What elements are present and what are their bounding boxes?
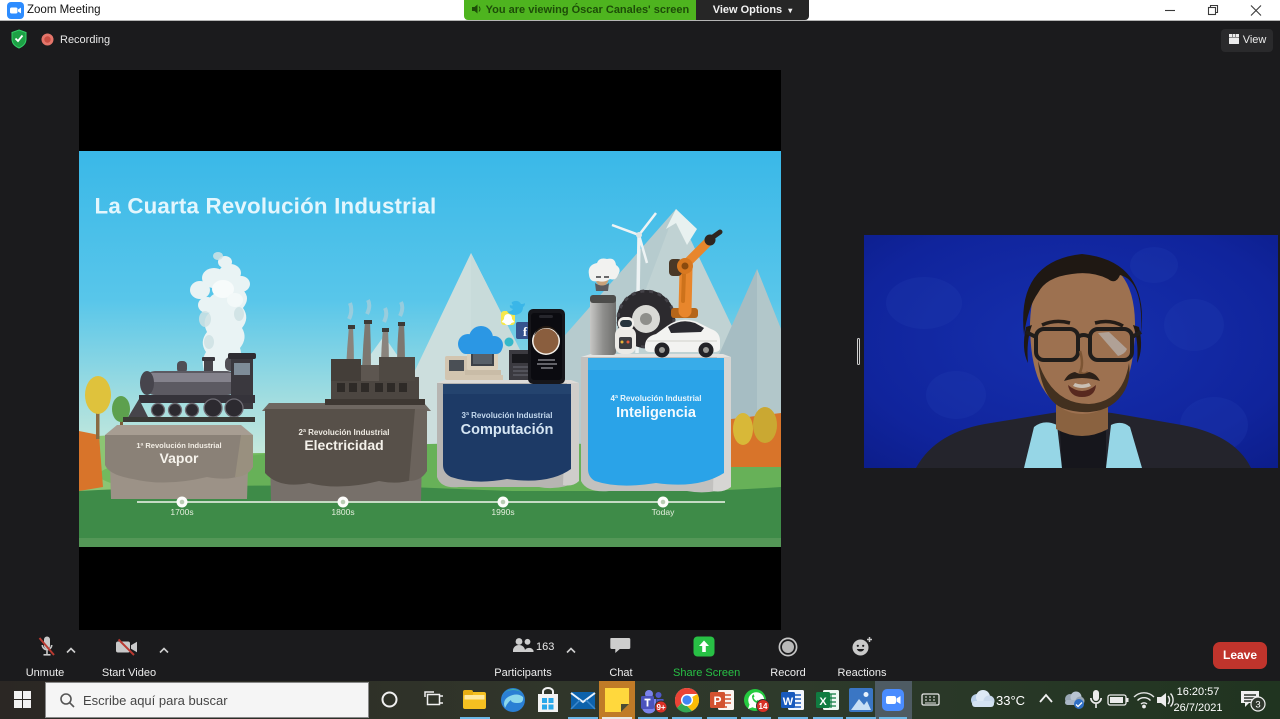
svg-text:f: f: [523, 324, 528, 339]
svg-text:1ª Revolución Industrial: 1ª Revolución Industrial: [136, 441, 221, 450]
svg-text:4ª Revolución Industrial: 4ª Revolución Industrial: [611, 394, 702, 403]
svg-text:33°C: 33°C: [996, 693, 1025, 708]
svg-text:Inteligencia: Inteligencia: [616, 405, 697, 421]
svg-text:X: X: [819, 696, 827, 708]
svg-text:3: 3: [1255, 700, 1260, 711]
svg-text:3ª Revolución Industrial: 3ª Revolución Industrial: [462, 411, 553, 420]
svg-text:9+: 9+: [656, 703, 665, 712]
svg-text:2ª Revolución Industrial: 2ª Revolución Industrial: [299, 428, 390, 437]
svg-text:Computación: Computación: [461, 422, 554, 438]
svg-text:1700s: 1700s: [170, 507, 193, 517]
svg-text:Electricidad: Electricidad: [304, 437, 383, 453]
svg-text:P: P: [713, 694, 721, 708]
svg-text:Today: Today: [652, 507, 675, 517]
svg-text:14: 14: [759, 702, 768, 711]
svg-text:W: W: [783, 696, 794, 708]
svg-text:Vapor: Vapor: [160, 450, 199, 466]
svg-text:1800s: 1800s: [331, 507, 354, 517]
svg-text:La Cuarta Revolución Industria: La Cuarta Revolución Industrial: [95, 194, 437, 219]
svg-text:1990s: 1990s: [491, 507, 514, 517]
